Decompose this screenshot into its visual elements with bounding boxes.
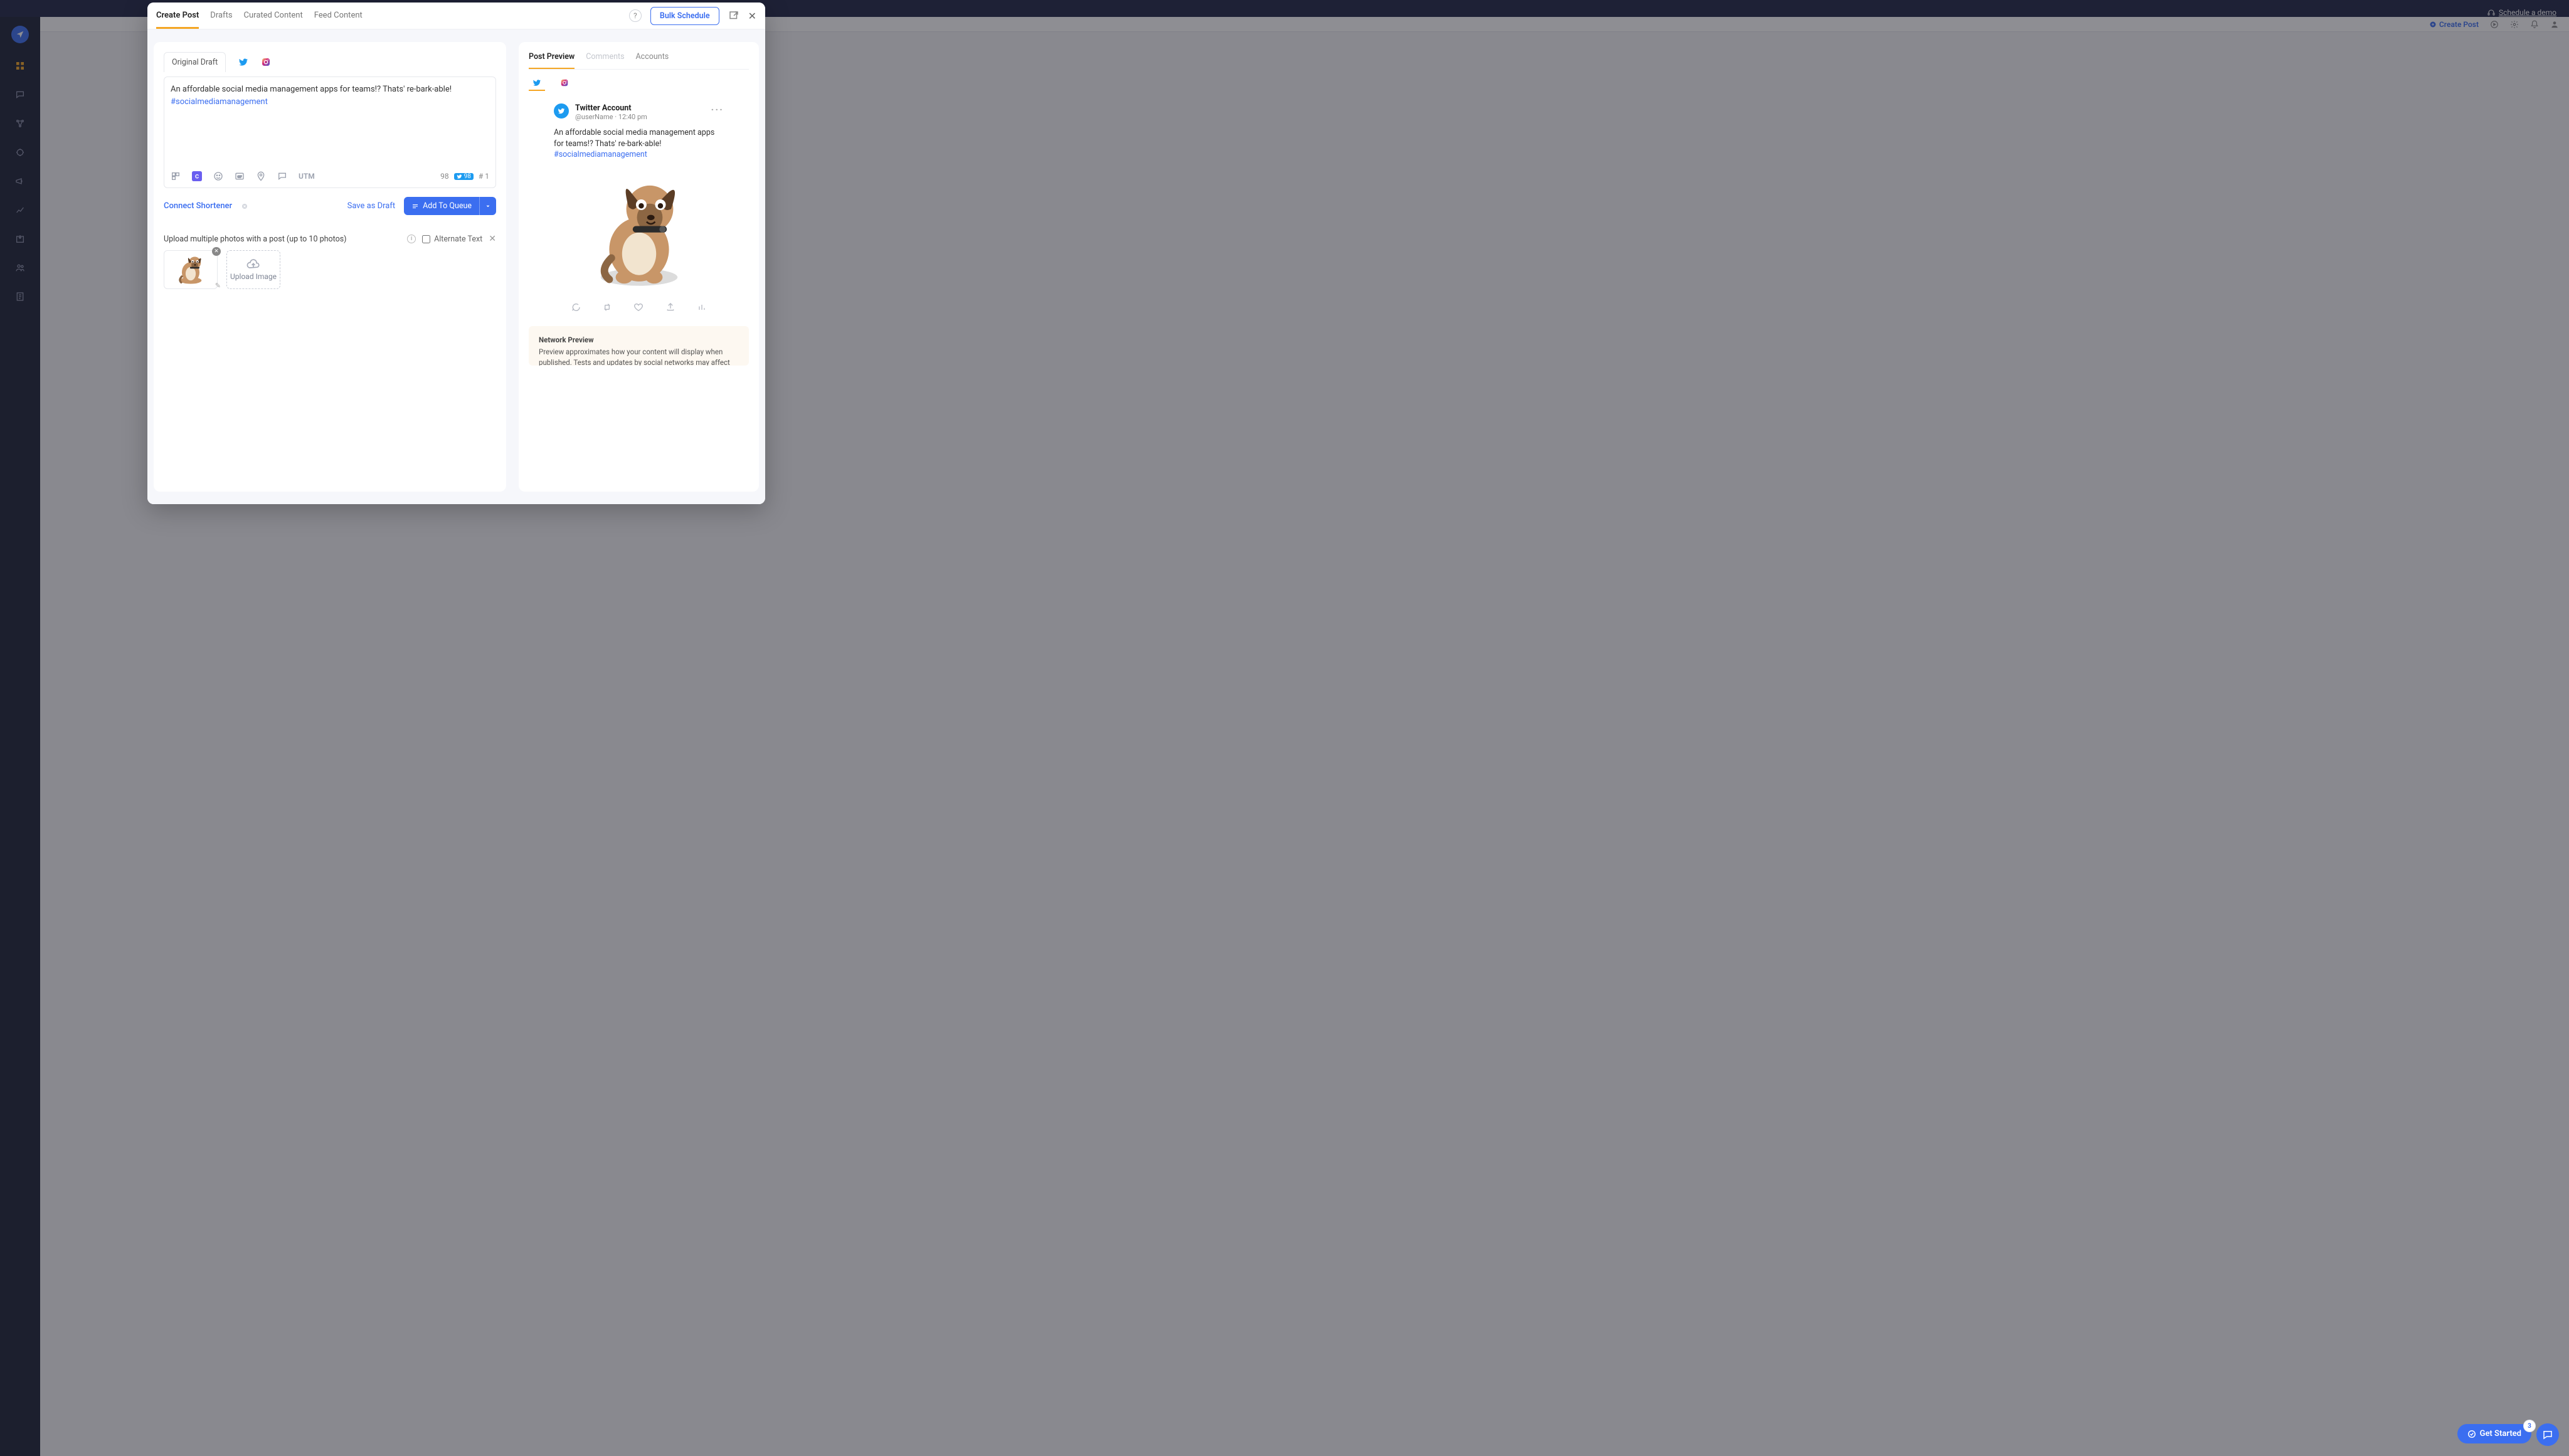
upload-label: Upload multiple photos with a post (up t… <box>164 235 347 244</box>
twitter-char-count: 98 <box>454 173 474 180</box>
twitter-avatar <box>554 103 569 119</box>
alternate-text-toggle[interactable]: Alternate Text <box>422 235 482 244</box>
svg-text:GIF: GIF <box>237 176 241 179</box>
close-modal-button[interactable]: ✕ <box>748 10 756 22</box>
get-started-badge: 3 <box>2524 1420 2535 1432</box>
preview-network-twitter[interactable] <box>529 76 545 91</box>
emoji-icon[interactable] <box>213 171 223 181</box>
post-composer: An affordable social media management ap… <box>164 76 496 188</box>
twitter-tab-icon[interactable] <box>238 57 248 67</box>
bulk-schedule-button[interactable]: Bulk Schedule <box>650 7 719 25</box>
preview-tab-comments: Comments <box>586 52 624 69</box>
upload-close-icon[interactable]: ✕ <box>489 234 496 244</box>
char-count: 98 <box>440 172 449 181</box>
connect-shortener-link[interactable]: Connect Shortener <box>164 201 232 211</box>
preview-network-instagram[interactable] <box>556 76 573 91</box>
gif-icon[interactable]: GIF <box>235 171 245 181</box>
tab-drafts[interactable]: Drafts <box>210 3 232 29</box>
preview-tab-post[interactable]: Post Preview <box>529 52 575 69</box>
upload-info-icon[interactable]: i <box>407 235 416 243</box>
save-as-draft-link[interactable]: Save as Draft <box>347 201 396 211</box>
add-to-queue-button[interactable]: Add To Queue <box>404 197 479 215</box>
tab-original-draft[interactable]: Original Draft <box>164 52 226 72</box>
tweet-image <box>586 172 692 291</box>
get-started-button[interactable]: Get Started 3 <box>2457 1424 2531 1443</box>
preview-tab-accounts[interactable]: Accounts <box>636 52 669 69</box>
stats-icon[interactable] <box>697 302 707 312</box>
template-icon[interactable] <box>171 171 181 181</box>
chat-bubble-button[interactable] <box>2536 1423 2559 1446</box>
composer-textarea[interactable]: An affordable social media management ap… <box>171 83 489 165</box>
svg-text:C: C <box>195 173 199 180</box>
add-to-queue-dropdown[interactable] <box>479 197 496 215</box>
instagram-tab-icon[interactable] <box>261 57 271 67</box>
help-icon[interactable]: ? <box>629 9 642 22</box>
tweet-more-icon[interactable]: ··· <box>711 103 724 115</box>
tweet-account-name: Twitter Account <box>575 103 647 113</box>
tweet-meta: @userName · 12:40 pm <box>575 113 647 121</box>
network-preview-note: Network Preview Preview approximates how… <box>529 326 749 366</box>
tweet-preview: Twitter Account @userName · 12:40 pm ···… <box>529 103 749 312</box>
hashtag-count: # 1 <box>479 172 489 181</box>
uploaded-image-thumb[interactable]: ✕ ✎ <box>164 250 218 289</box>
tab-create-post[interactable]: Create Post <box>156 3 199 29</box>
shortener-remove-icon[interactable] <box>241 203 248 210</box>
comment-icon[interactable] <box>277 171 287 181</box>
external-icon[interactable] <box>728 10 739 21</box>
reply-icon[interactable] <box>571 302 581 312</box>
tweet-text: An affordable social media management ap… <box>554 127 724 161</box>
utm-button[interactable]: UTM <box>299 172 315 181</box>
retweet-icon[interactable] <box>602 302 612 312</box>
canva-icon[interactable]: C <box>192 171 202 181</box>
remove-image-icon[interactable]: ✕ <box>212 247 221 256</box>
location-icon[interactable] <box>256 171 266 181</box>
like-icon[interactable] <box>633 302 644 312</box>
tab-feed[interactable]: Feed Content <box>314 3 363 29</box>
share-icon[interactable] <box>665 302 675 312</box>
edit-image-icon[interactable]: ✎ <box>215 282 221 290</box>
upload-image-button[interactable]: Upload Image <box>226 250 280 289</box>
dog-image <box>172 253 209 287</box>
create-post-modal: Create Post Drafts Curated Content Feed … <box>147 3 765 504</box>
tab-curated[interactable]: Curated Content <box>244 3 303 29</box>
